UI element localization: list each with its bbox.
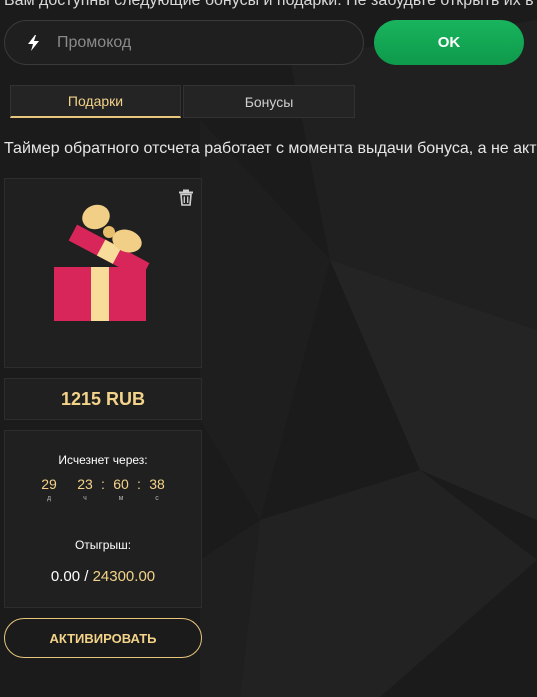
timer-minutes: 60 м <box>113 476 129 502</box>
trash-icon[interactable] <box>177 188 195 206</box>
timer-info-text: Таймер обратного отсчета работает с моме… <box>4 140 537 157</box>
wager-progress: 0.00 / 24300.00 <box>5 568 201 585</box>
timer-seconds: 38 с <box>149 476 165 502</box>
wager-total: 24300.00 <box>92 568 156 585</box>
timer-hours: 23 ч <box>77 476 93 502</box>
lightning-icon <box>28 34 39 51</box>
gift-card-image <box>4 178 202 368</box>
bonus-amount: 1215 RUB <box>4 378 202 420</box>
expires-label: Исчезнет через: <box>58 453 148 467</box>
tab-gifts[interactable]: Подарки <box>10 85 181 118</box>
promo-submit-button[interactable]: OK <box>374 20 524 65</box>
countdown-timer: 29 д 23 ч : 60 м : 38 с <box>5 476 201 502</box>
tab-bonuses[interactable]: Бонусы <box>183 85 355 118</box>
wager-separator: / <box>84 568 89 585</box>
promo-field[interactable] <box>4 20 364 65</box>
intro-text: Вам доступны следующие бонусы и подарки.… <box>4 0 534 9</box>
tabs-bar: Подарки Бонусы <box>10 85 355 118</box>
wager-current: 0.00 <box>50 568 81 585</box>
timer-separator: : <box>137 476 141 492</box>
countdown-panel: Исчезнет через: 29 д 23 ч : 60 м : 38 с … <box>4 430 202 608</box>
activate-button[interactable]: АКТИВИРОВАТЬ <box>4 618 202 658</box>
wager-label: Отыгрыш: <box>74 538 132 552</box>
timer-separator: : <box>101 476 105 492</box>
promo-input[interactable] <box>57 33 337 52</box>
gift-box-icon <box>54 204 150 321</box>
timer-days: 29 д <box>41 476 57 502</box>
